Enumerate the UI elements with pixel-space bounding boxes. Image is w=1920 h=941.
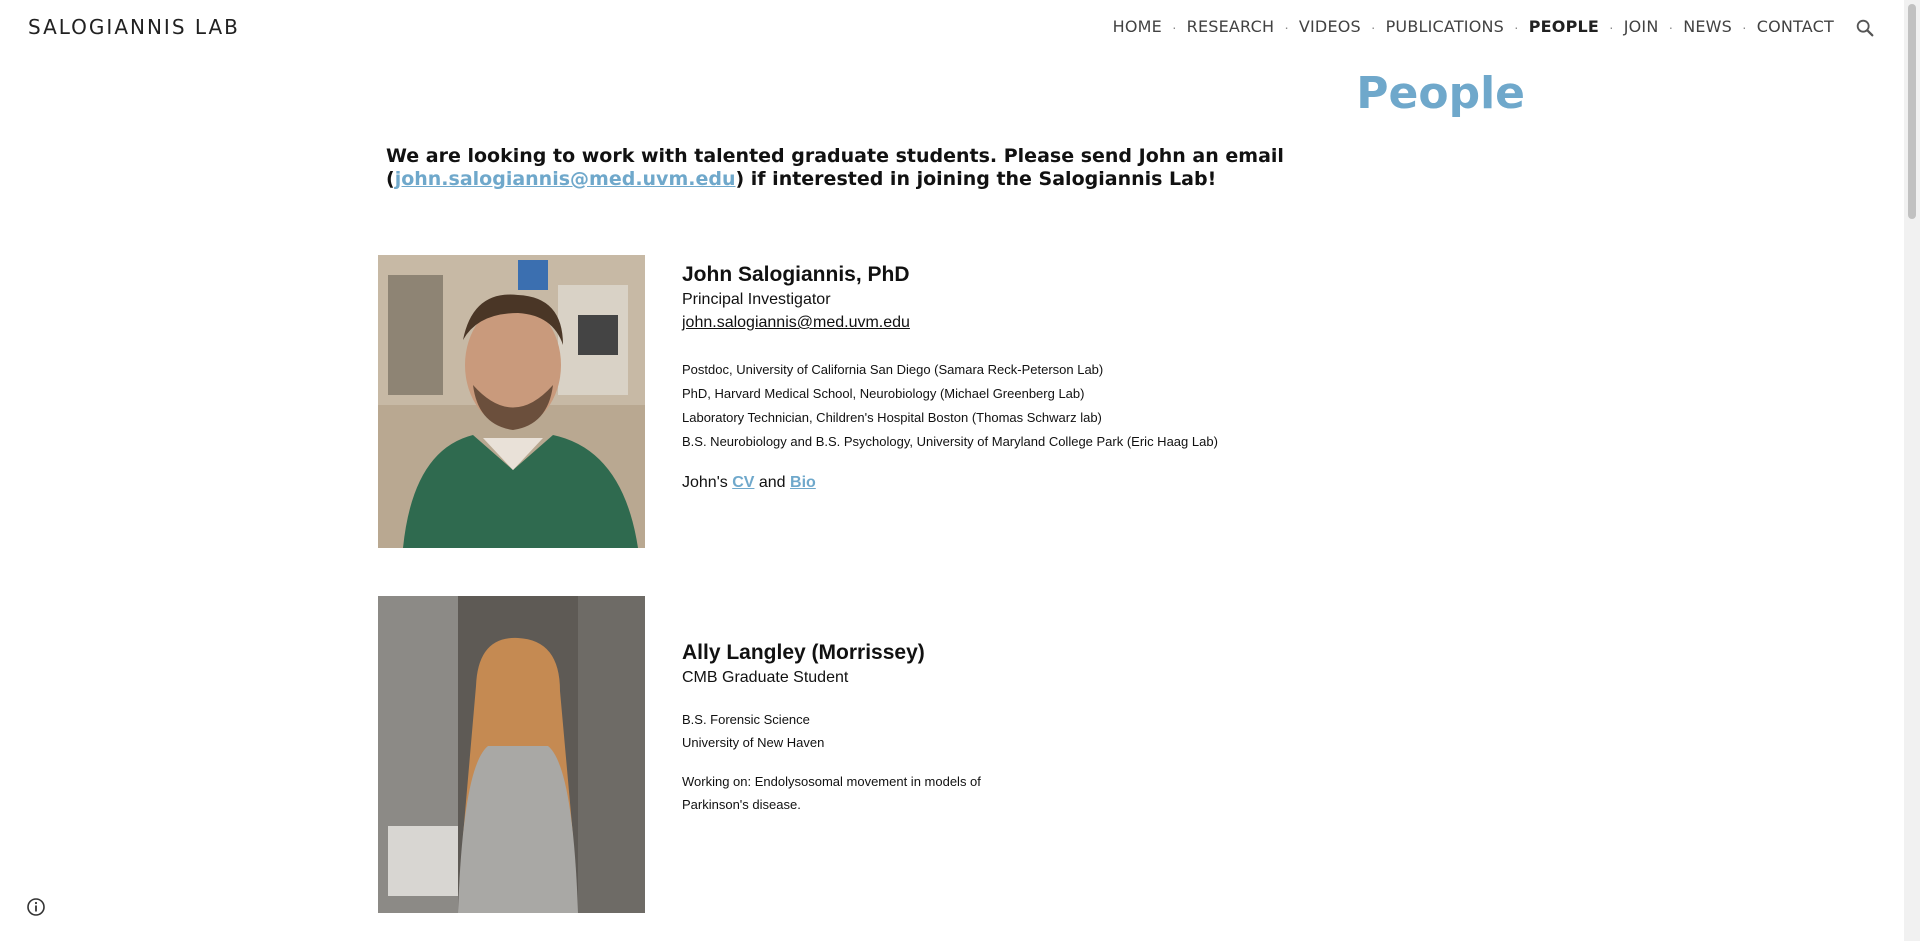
person-name: Ally Langley (Morrissey)	[682, 641, 925, 664]
nav-videos[interactable]: VIDEOS	[1299, 17, 1361, 36]
main-nav: HOME · RESEARCH · VIDEOS · PUBLICATIONS …	[1113, 17, 1834, 36]
person-history: Postdoc, University of California San Di…	[682, 358, 1382, 454]
research-line: Working on: Endolysosomal movement in mo…	[682, 774, 981, 789]
nav-contact[interactable]: CONTACT	[1757, 17, 1834, 36]
links-and: and	[754, 474, 791, 491]
ally-langley-photo	[378, 596, 645, 913]
person-card-john: John Salogiannis, PhD Principal Investig…	[682, 262, 1382, 492]
degree-line: University of New Haven	[682, 735, 825, 750]
history-line: Laboratory Technician, Children's Hospit…	[682, 410, 1102, 425]
page-scrollbar[interactable]	[1904, 0, 1920, 941]
page-title: People	[1356, 68, 1525, 119]
bio-link[interactable]: Bio	[790, 474, 816, 491]
nav-separator: ·	[1370, 18, 1376, 35]
nav-separator: ·	[1171, 18, 1177, 35]
intro-text-end: ) if interested in joining the Salogiann…	[735, 168, 1217, 190]
search-icon[interactable]	[1854, 17, 1876, 39]
scrollbar-thumb[interactable]	[1908, 4, 1916, 219]
degree-line: B.S. Forensic Science	[682, 712, 810, 727]
nav-home[interactable]: HOME	[1113, 17, 1162, 36]
person-links: John's CV and Bio	[682, 474, 1382, 492]
top-navigation-bar: SALOGIANNIS LAB HOME · RESEARCH · VIDEOS…	[0, 0, 1904, 56]
nav-people[interactable]: PEOPLE	[1529, 17, 1599, 36]
person-name: John Salogiannis, PhD	[682, 263, 910, 286]
history-line: Postdoc, University of California San Di…	[682, 362, 1104, 377]
site-title-link[interactable]: SALOGIANNIS LAB	[28, 15, 240, 39]
history-line: B.S. Neurobiology and B.S. Psychology, U…	[682, 434, 1218, 449]
intro-text: We are looking to work with talented gra…	[386, 145, 1506, 191]
person-card-ally: Ally Langley (Morrissey) CMB Graduate St…	[682, 640, 1382, 816]
nav-separator: ·	[1668, 18, 1674, 35]
john-salogiannis-photo	[378, 255, 645, 548]
nav-separator: ·	[1284, 18, 1289, 35]
nav-separator: ·	[1742, 18, 1747, 35]
person-email-link[interactable]: john.salogiannis@med.uvm.edu	[682, 312, 910, 334]
person-degree: B.S. Forensic Science University of New …	[682, 708, 1382, 754]
nav-publications[interactable]: PUBLICATIONS	[1386, 17, 1504, 36]
nav-separator: ·	[1514, 18, 1519, 35]
nav-separator: ·	[1609, 18, 1614, 35]
research-line: Parkinson's disease.	[682, 797, 801, 812]
person-research: Working on: Endolysosomal movement in mo…	[682, 770, 1382, 816]
person-role: CMB Graduate Student	[682, 669, 849, 686]
cv-link[interactable]: CV	[732, 474, 754, 491]
nav-news[interactable]: NEWS	[1683, 17, 1732, 36]
nav-research[interactable]: RESEARCH	[1187, 17, 1275, 36]
history-line: PhD, Harvard Medical School, Neurobiolog…	[682, 386, 1085, 401]
nav-join[interactable]: JOIN	[1624, 17, 1659, 36]
person-role: Principal Investigator	[682, 291, 831, 308]
intro-email-link[interactable]: john.salogiannis@med.uvm.edu	[395, 168, 736, 190]
links-prefix: John's	[682, 474, 733, 491]
info-icon[interactable]	[26, 897, 46, 917]
